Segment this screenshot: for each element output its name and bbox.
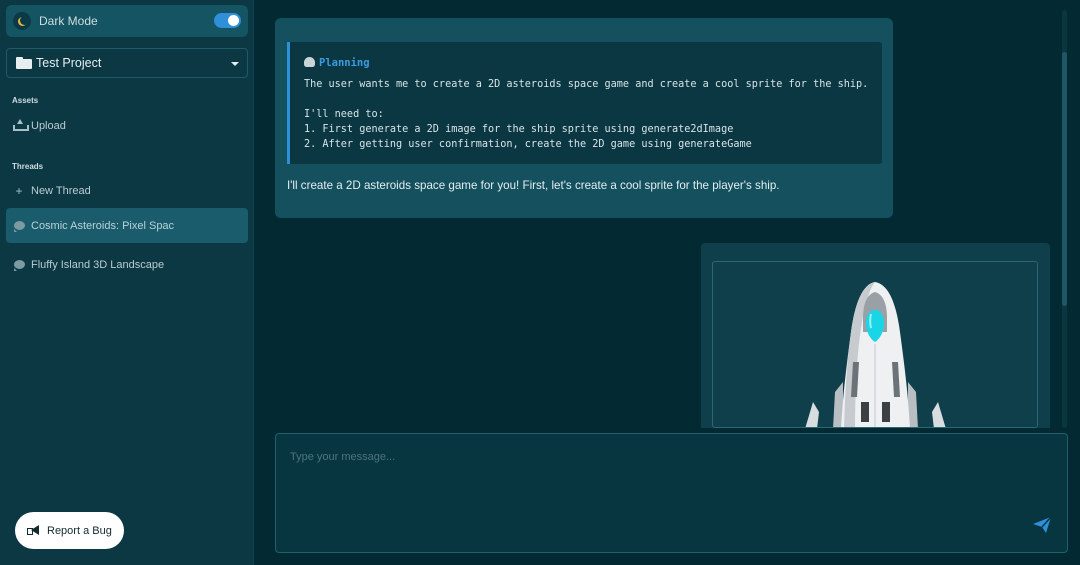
message-input[interactable] [290,446,1030,468]
ship-fin-left [805,402,819,427]
toggle-knob [228,15,239,26]
spaceship-sprite [805,282,946,427]
brain-icon [304,57,315,67]
dark-mode-label: Dark Mode [39,14,98,28]
upload-label: Upload [31,120,66,132]
message-composer [275,433,1068,553]
plus-icon: + [15,184,23,198]
planning-line: 2. After getting user confirmation, crea… [304,139,752,150]
chat-bubble-icon [12,259,26,271]
project-select[interactable]: Test Project [6,48,248,78]
dark-mode-row: Dark Mode [6,5,248,37]
thread-item[interactable]: Cosmic Asteroids: Pixel Spac [6,208,248,243]
new-thread-label: New Thread [31,185,91,197]
send-icon[interactable] [1032,516,1052,534]
report-bug-label: Report a Bug [47,524,112,537]
dark-mode-toggle[interactable] [214,13,241,28]
folder-icon [16,57,32,69]
upload-button[interactable]: Upload [6,112,248,140]
thread-item[interactable]: Fluffy Island 3D Landscape [6,251,248,279]
chat-scrollbar-thumb[interactable] [1062,52,1067,306]
thread-label: Fluffy Island 3D Landscape [31,259,165,271]
thread-label: Cosmic Asteroids: Pixel Spac [31,219,175,232]
new-thread-button[interactable]: + New Thread [6,177,248,205]
report-bug-button[interactable]: Report a Bug [15,512,124,549]
ship-cockpit-glare [869,313,872,329]
sidebar: Dark Mode Test Project Assets Upload Thr… [0,0,254,565]
assets-heading: Assets [12,96,39,105]
ship-vent [882,402,890,422]
planning-line: 1. First generate a 2D image for the shi… [304,124,734,135]
upload-icon [12,119,29,133]
moon-icon [13,12,31,30]
planning-line: I'll need to: [304,109,384,120]
assistant-text: I'll create a 2D asteroids space game fo… [287,179,780,192]
ship-vent [861,402,869,422]
project-name: Test Project [36,56,102,70]
chevron-down-icon [231,62,239,66]
ship-fin-right [932,402,946,427]
threads-heading: Threads [12,162,44,171]
planning-block: Planning The user wants me to create a 2… [287,42,882,164]
generated-image[interactable] [712,261,1038,428]
megaphone-icon [27,525,40,536]
planning-title: Planning [319,57,370,69]
chat-bubble-icon [12,220,26,232]
planning-line: The user wants me to create a 2D asteroi… [304,79,869,90]
